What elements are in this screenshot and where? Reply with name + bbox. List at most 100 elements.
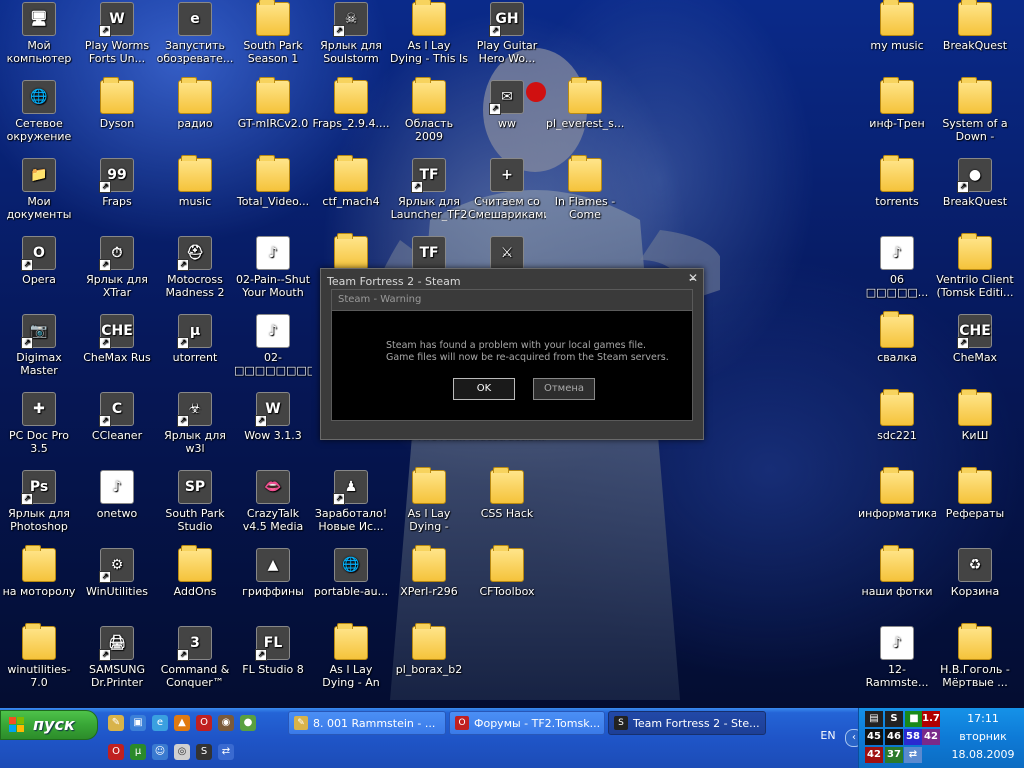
task-steam[interactable]: S Team Fortress 2 - Ste... (608, 711, 766, 735)
quicklaunch-globe-icon[interactable]: ◎ (174, 744, 190, 760)
desktop-icon[interactable]: FL ↗ FL Studio 8 (234, 626, 312, 676)
quicklaunch-utorrent-icon[interactable]: µ (130, 744, 146, 760)
desktop-icon[interactable]: 3↗Command & Conquer™ R... (156, 626, 234, 689)
desktop-icon[interactable]: winutilities-7.0 (0, 623, 78, 689)
quicklaunch-opera2-icon[interactable]: O (108, 744, 124, 760)
desktop-icon[interactable]: ♪ 02-Pain--Shut Your Mouth (234, 236, 312, 299)
desktop-icon[interactable]: 🌐 Сетевое окружение (0, 80, 78, 143)
desktop-icon[interactable]: SP South Park Studio (156, 470, 234, 533)
tray-number-2[interactable]: 46 (885, 729, 903, 745)
quicklaunch-messenger-icon[interactable]: ☺ (152, 744, 168, 760)
desktop-icon[interactable]: As I Lay Dying - This Is Wh... (390, 0, 468, 65)
desktop-icon[interactable]: sdc221 (858, 389, 936, 442)
tray-network-icon[interactable]: ⇄ (904, 747, 922, 763)
tray-number-5[interactable]: 42 (865, 747, 883, 763)
desktop-icon[interactable]: радио (156, 77, 234, 130)
desktop-icon[interactable]: music (156, 155, 234, 208)
desktop-icon[interactable]: µ ↗ utorrent (156, 314, 234, 364)
desktop-icon[interactable]: torrents (858, 155, 936, 208)
desktop-icon[interactable]: 📁 Мои документы (0, 158, 78, 221)
desktop-icon[interactable]: ⛑↗Motocross Madness 2 Rus (156, 236, 234, 299)
desktop-icon[interactable]: Рефераты (936, 467, 1014, 520)
desktop-icon[interactable]: свалка (858, 311, 936, 364)
desktop-icon[interactable]: Область 2009 (390, 77, 468, 143)
desktop-icon[interactable]: C ↗ CCleaner (78, 392, 156, 442)
desktop-icon[interactable]: ♟ ↗ Заработало! Новые Ис... (312, 470, 390, 533)
quicklaunch-steam-icon[interactable]: S (196, 744, 212, 760)
tray-number-1[interactable]: 45 (865, 729, 883, 745)
desktop-icon[interactable]: ♪ 02-□□□□□□□□□□□□... (234, 314, 312, 377)
desktop-icon[interactable]: ☠ ↗ Ярлык для Soulstorm (312, 2, 390, 65)
desktop-icon[interactable]: pl_borax_b2 (390, 623, 468, 676)
desktop-icon[interactable]: ⏱ ↗ Ярлык для XTrar (78, 236, 156, 299)
ok-button[interactable]: OK (453, 378, 515, 400)
desktop-icon[interactable]: ♪ onetwo (78, 470, 156, 520)
desktop-icon[interactable]: Н.В.Гоголь - Мёртвые ... (936, 623, 1014, 689)
desktop-icon[interactable]: + Считаем со Смешариками (468, 158, 546, 221)
language-indicator[interactable]: EN (817, 728, 839, 744)
desktop-icon[interactable]: CSS Hack (468, 467, 546, 520)
desktop-icon[interactable]: In Flames - Come Clarity... (546, 155, 624, 221)
desktop-icon[interactable]: O ↗ Opera (0, 236, 78, 286)
desktop-icon[interactable]: GH ↗ Play Guitar Hero Wo... (468, 2, 546, 65)
clock[interactable]: 17:11 вторник 18.08.2009 (941, 710, 1024, 764)
desktop-icon[interactable]: CHE ↗ CheMax Rus (78, 314, 156, 364)
desktop-icon[interactable]: Total_Video... (234, 155, 312, 208)
desktop-icon[interactable]: ✉ ↗ ww (468, 80, 546, 130)
task-opera[interactable]: O Форумы - TF2.Tomsk... (449, 711, 605, 735)
desktop-icon[interactable]: ☣ ↗ Ярлык для w3l (156, 392, 234, 455)
quicklaunch-network-icon[interactable]: ⇄ (218, 744, 234, 760)
quicklaunch-media-icon[interactable]: ◉ (218, 715, 234, 731)
desktop-icon[interactable]: W ↗ Play Worms Forts Un... (78, 2, 156, 65)
desktop-icon[interactable]: W ↗ Wow 3.1.3 (234, 392, 312, 442)
desktop-icon[interactable]: ⚙ ↗ WinUtilities (78, 548, 156, 598)
desktop-icon[interactable]: ♻ Корзина (936, 548, 1014, 598)
desktop-icon[interactable]: As I Lay Dying - Shadows A... (390, 467, 468, 533)
quicklaunch-vlc-icon[interactable]: ▲ (174, 715, 190, 731)
desktop-icon[interactable]: e Запустить обозревате... (156, 2, 234, 65)
quicklaunch-opera-icon[interactable]: O (196, 715, 212, 731)
desktop-icon[interactable]: наши фотки (858, 545, 936, 598)
desktop-icon[interactable]: ● ↗ BreakQuest (936, 158, 1014, 208)
tray-number-4[interactable]: 42 (922, 729, 940, 745)
desktop-icon[interactable]: инф-Трен (858, 77, 936, 130)
desktop-icon[interactable]: AddOns (156, 545, 234, 598)
tray-app-icon[interactable]: ▤ (865, 711, 883, 727)
desktop-icon[interactable]: Ps ↗ Ярлык для Photoshop (0, 470, 78, 533)
desktop-icon[interactable]: КиШ (936, 389, 1014, 442)
desktop-icon[interactable]: XPerl-r296 (390, 545, 468, 598)
desktop-icon[interactable]: Dyson (78, 77, 156, 130)
desktop-icon[interactable]: ▲ гриффины (234, 548, 312, 598)
tray-number-6[interactable]: 37 (885, 747, 903, 763)
desktop-icon[interactable]: BreakQuest (936, 0, 1014, 52)
tray-number-0[interactable]: 1.7 (922, 711, 940, 727)
desktop-icon[interactable]: 👄 CrazyTalk v4.5 Media Studio (234, 470, 312, 533)
desktop-icon[interactable]: 🖨 ↗ SAMSUNG Dr.Printer (78, 626, 156, 689)
close-button[interactable]: ✕ (686, 271, 700, 285)
desktop-icon[interactable]: ctf_mach4 (312, 155, 390, 208)
desktop-icon[interactable]: CHE ↗ CheMax (936, 314, 1014, 364)
desktop-icon[interactable]: As I Lay Dying - An Ocean ... (312, 623, 390, 689)
desktop-icon[interactable]: информатика (858, 467, 936, 520)
quicklaunch-winamp-icon[interactable]: ✎ (108, 715, 124, 731)
tray-monitor-icon[interactable]: ■ (905, 711, 923, 727)
quicklaunch-ie-icon[interactable]: e (152, 715, 168, 731)
desktop-icon[interactable]: my music (858, 0, 936, 52)
start-button[interactable]: пуск (0, 710, 98, 740)
desktop-icon[interactable]: ♪ 06 □□□□□... (858, 236, 936, 299)
desktop-icon[interactable]: 🌐 portable-au... (312, 548, 390, 598)
desktop-icon[interactable]: GT-mIRCv2.0 (234, 77, 312, 130)
tray-number-3[interactable]: 58 (904, 729, 922, 745)
cancel-button[interactable]: Отмена (533, 378, 595, 400)
desktop-icon[interactable]: TF ↗ Ярлык для Launcher_TF2 (390, 158, 468, 221)
desktop-icon[interactable]: 📷 ↗ Digimax Master (0, 314, 78, 377)
quicklaunch-show-desktop-icon[interactable]: ▣ (130, 715, 146, 731)
desktop-icon[interactable]: ♪ 12-Rammste... (Till Lindema... (858, 626, 936, 689)
desktop-icon[interactable]: Ventrilo Client (Tomsk Editi... (936, 233, 1014, 299)
desktop-icon[interactable]: System of a Down - Toxic... (936, 77, 1014, 143)
desktop-icon[interactable]: CFToolbox (468, 545, 546, 598)
desktop-icon[interactable]: ✚ PC Doc Pro 3.5 (0, 392, 78, 455)
desktop-icon[interactable]: Fraps_2.9.4.... (312, 77, 390, 130)
desktop-icon[interactable]: pl_everest_s... (546, 77, 624, 130)
steam-dialog-window[interactable]: Team Fortress 2 - Steam – ✕ Steam - Warn… (320, 268, 704, 440)
